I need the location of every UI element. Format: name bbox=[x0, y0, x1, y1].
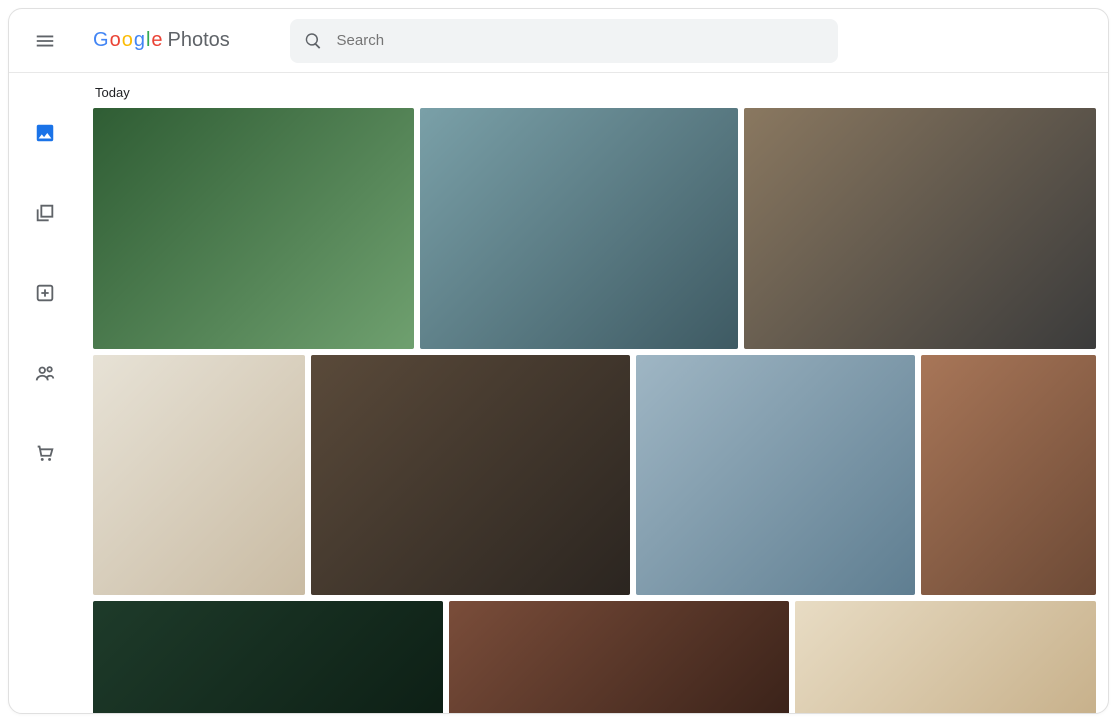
collections-icon bbox=[34, 202, 56, 224]
photo-thumbnail[interactable] bbox=[795, 601, 1096, 713]
nav-print-store[interactable] bbox=[25, 433, 65, 473]
photo-thumbnail[interactable] bbox=[311, 355, 631, 595]
photo-thumbnail[interactable] bbox=[420, 108, 739, 349]
photo-thumbnail[interactable] bbox=[93, 355, 305, 595]
photo-thumbnail[interactable] bbox=[744, 108, 1096, 349]
nav-rail bbox=[9, 73, 81, 713]
app-product-name: Photos bbox=[168, 29, 230, 52]
photo-thumbnail[interactable] bbox=[636, 355, 915, 595]
search-input[interactable] bbox=[337, 32, 824, 49]
add-box-icon bbox=[34, 282, 56, 304]
photo-grid-region: Today bbox=[81, 73, 1108, 713]
cart-icon bbox=[34, 442, 56, 464]
nav-create[interactable] bbox=[25, 273, 65, 313]
nav-albums[interactable] bbox=[25, 193, 65, 233]
date-section-label: Today bbox=[95, 85, 1096, 100]
image-icon bbox=[34, 122, 56, 144]
search-bar[interactable] bbox=[290, 19, 838, 63]
photo-thumbnail[interactable] bbox=[93, 601, 443, 713]
photo-row bbox=[93, 108, 1096, 349]
app-frame: Google Photos Today bbox=[8, 8, 1109, 714]
hamburger-icon bbox=[34, 30, 56, 52]
search-icon bbox=[304, 31, 323, 51]
photo-thumbnail[interactable] bbox=[921, 355, 1096, 595]
photo-thumbnail[interactable] bbox=[449, 601, 790, 713]
people-icon bbox=[34, 362, 56, 384]
nav-photos[interactable] bbox=[25, 113, 65, 153]
nav-sharing[interactable] bbox=[25, 353, 65, 393]
main-body: Today bbox=[9, 73, 1108, 713]
photo-row bbox=[93, 601, 1096, 713]
top-bar: Google Photos bbox=[9, 9, 1108, 73]
photo-thumbnail[interactable] bbox=[93, 108, 414, 349]
main-menu-button[interactable] bbox=[25, 21, 65, 61]
app-logo[interactable]: Google Photos bbox=[93, 29, 230, 52]
photo-row bbox=[93, 355, 1096, 595]
